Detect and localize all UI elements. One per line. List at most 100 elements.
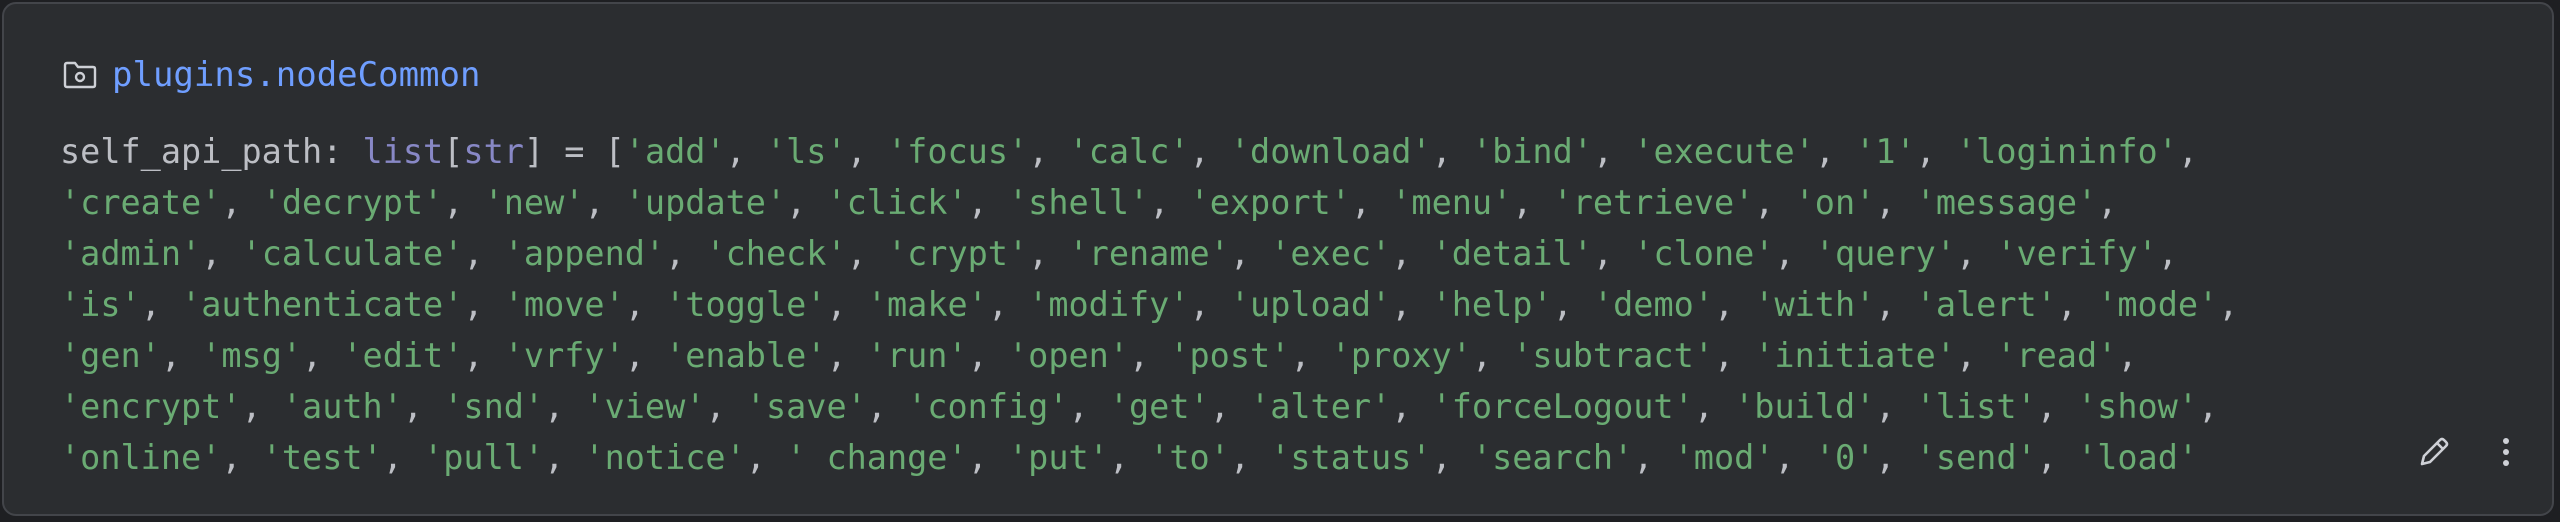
code-line: 'encrypt', 'auth', 'snd', 'view', 'save'… [60,381,2470,432]
punctuation: , [2117,336,2138,375]
type-parameter: str [463,132,524,171]
string-literal: 'forceLogout' [1431,387,1694,426]
punctuation: , [584,183,625,222]
string-literal: 'test' [261,438,383,477]
string-literal: 'build' [1734,387,1876,426]
module-link[interactable]: plugins.nodeCommon [112,55,480,95]
punctuation: [ [443,132,464,171]
punctuation: , [1774,234,1815,273]
string-literal: 'menu' [1391,183,1513,222]
string-literal: 'proxy' [1330,336,1472,375]
punctuation: , [1552,285,1593,324]
string-literal: '0' [1814,438,1876,477]
punctuation: , [241,387,282,426]
punctuation: , [967,183,1008,222]
punctuation: , [1774,438,1815,477]
string-literal: 'alter' [1250,387,1392,426]
string-literal: 'save' [745,387,867,426]
string-literal: 'demo' [1592,285,1714,324]
string-literal: 'online' [60,438,222,477]
more-options-button[interactable] [2484,432,2528,476]
punctuation: , [1955,234,1997,273]
code-line: 'gen', 'msg', 'edit', 'vrfy', 'enable', … [60,330,2470,381]
string-literal: 'is' [60,285,141,324]
punctuation: , [1129,336,1170,375]
punctuation: , [1633,438,1674,477]
punctuation: , [826,336,867,375]
punctuation: , [826,285,867,324]
punctuation: , [2036,438,2078,477]
punctuation: , [2157,234,2178,273]
string-literal: 'list' [1915,387,2037,426]
string-literal: 'snd' [443,387,545,426]
punctuation: , [624,336,666,375]
punctuation: , [140,285,182,324]
punctuation: , [624,285,666,324]
punctuation: , [745,438,787,477]
string-literal: 'bind' [1471,132,1593,171]
punctuation: , [705,387,746,426]
string-literal: 'run' [866,336,968,375]
string-literal: 'initiate' [1754,336,1956,375]
punctuation: , [544,438,585,477]
punctuation: ] [523,132,565,171]
string-literal: 'enable' [665,336,827,375]
string-literal: 'shell' [1008,183,1150,222]
punctuation: , [967,336,1008,375]
punctuation: , [1068,387,1109,426]
string-literal: 'encrypt' [60,387,242,426]
string-literal: 'clone' [1633,234,1775,273]
string-literal: 'view' [584,387,706,426]
code-line: 'online', 'test', 'pull', 'notice', ' ch… [60,432,2470,483]
punctuation: [ [584,132,625,171]
quick-documentation-popup: plugins.nodeCommon self_api_path: list[s… [2,2,2554,516]
edit-source-button[interactable] [2412,432,2456,476]
string-literal: 'upload' [1229,285,1392,324]
punctuation: , [1431,132,1472,171]
string-literal: 'mod' [1673,438,1775,477]
punctuation: , [967,438,1008,477]
punctuation: , [221,438,262,477]
punctuation: , [1875,438,1916,477]
punctuation: , [846,132,887,171]
punctuation: , [302,336,343,375]
punctuation: , [2198,387,2219,426]
string-literal: 'calc' [1068,132,1190,171]
string-literal: 'search' [1471,438,1634,477]
string-literal: 'put' [1008,438,1109,477]
string-literal: 'ls' [765,132,847,171]
punctuation: , [1189,285,1230,324]
punctuation: , [1149,183,1190,222]
assign-operator: = [564,132,585,171]
string-literal: 'click' [826,183,968,222]
string-literal: 'with' [1754,285,1876,324]
string-literal: ' change' [786,438,968,477]
type-builtin: list [362,132,444,171]
string-literal: 'toggle' [665,285,827,324]
string-literal: 'execute' [1633,132,1815,171]
punctuation: , [866,387,908,426]
string-literal: 'verify' [1996,234,2158,273]
string-literal: 'gen' [60,336,161,375]
punctuation: , [1209,387,1251,426]
punctuation: , [1713,285,1755,324]
string-literal: 'rename' [1068,234,1230,273]
string-literal: 'retrieve' [1552,183,1755,222]
punctuation: : [322,132,363,171]
punctuation: , [1592,132,1634,171]
code-line: 'create', 'decrypt', 'new', 'update', 'c… [60,177,2470,228]
string-literal: 'append' [503,234,666,273]
folder-package-icon [60,55,100,95]
punctuation: , [463,234,504,273]
string-literal: 'move' [503,285,625,324]
string-literal: 'create' [60,183,222,222]
punctuation: , [2097,183,2118,222]
string-literal: 'alert' [1915,285,2057,324]
string-literal: 'on' [1794,183,1876,222]
punctuation: , [201,234,242,273]
string-literal: 'make' [866,285,988,324]
punctuation: , [160,336,202,375]
string-literal: 'new' [483,183,585,222]
string-literal: 'load' [2077,438,2199,477]
punctuation: , [2056,285,2098,324]
